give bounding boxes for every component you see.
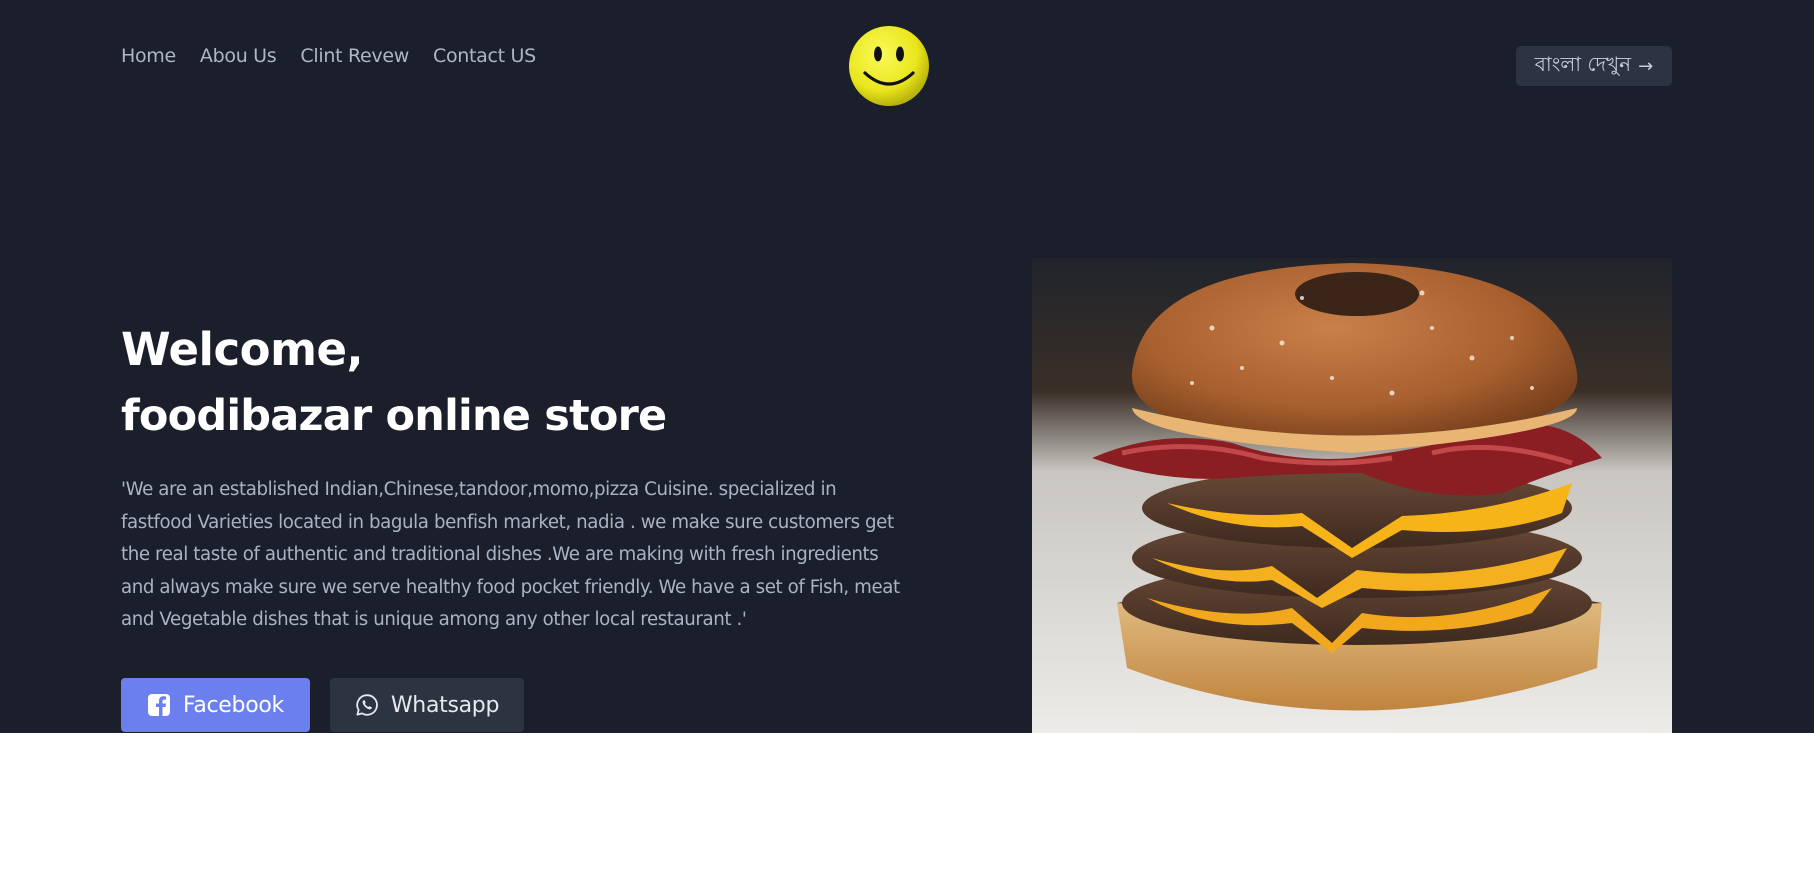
- nav-link-home[interactable]: Home: [121, 44, 176, 68]
- nav-link-client-review[interactable]: Clint Revew: [300, 44, 409, 68]
- language-button-label: বাংলা দেখুন: [1534, 51, 1632, 76]
- store-name-heading: foodibazar online store: [121, 391, 667, 441]
- main-navigation: Home Abou Us Clint Revew Contact US: [121, 44, 560, 68]
- nav-link-contact-us[interactable]: Contact US: [433, 44, 536, 68]
- smiley-logo-icon[interactable]: [848, 25, 930, 107]
- whatsapp-button-label: Whatsapp: [390, 692, 500, 718]
- whatsapp-icon: [355, 693, 379, 717]
- whatsapp-button[interactable]: Whatsapp: [330, 678, 524, 732]
- facebook-icon: [147, 693, 171, 717]
- welcome-heading: Welcome,: [121, 323, 364, 376]
- arrow-right-icon: →: [1638, 55, 1654, 77]
- facebook-button[interactable]: Facebook: [121, 678, 310, 732]
- bangla-language-button[interactable]: বাংলা দেখুন →: [1516, 46, 1672, 86]
- hero-text: Welcome, foodibazar online store 'We are…: [121, 320, 911, 637]
- store-description: 'We are an established Indian,Chinese,ta…: [121, 479, 900, 631]
- burger-image: [1032, 258, 1672, 733]
- facebook-button-label: Facebook: [183, 692, 284, 718]
- social-buttons: Facebook Whatsapp: [121, 678, 524, 732]
- hero-section: Home Abou Us Clint Revew Contact US বাংল…: [0, 0, 1814, 733]
- nav-link-about-us[interactable]: Abou Us: [200, 44, 277, 68]
